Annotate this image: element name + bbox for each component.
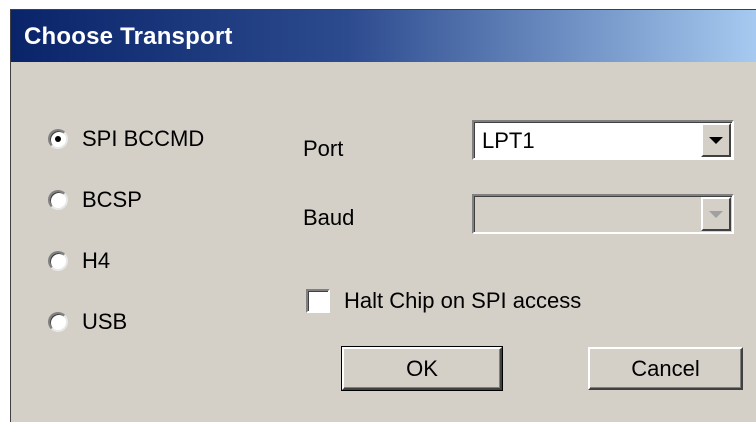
baud-label: Baud (303, 205, 355, 230)
port-value: LPT1 (482, 128, 535, 153)
chevron-down-icon (709, 136, 723, 144)
radio-unselected-icon[interactable] (48, 312, 68, 332)
radio-bcsp[interactable]: BCSP (48, 185, 142, 215)
port-dropdown-button[interactable] (701, 123, 731, 157)
ok-button[interactable]: OK (341, 346, 503, 391)
radio-label-h4: H4 (82, 248, 111, 273)
radio-unselected-icon[interactable] (48, 190, 68, 210)
halt-chip-checkbox[interactable] (306, 289, 330, 313)
chevron-down-icon (709, 210, 723, 218)
choose-transport-dialog: Choose Transport SPI BCCMD BCSP H4 USB P… (10, 9, 756, 422)
port-label: Port (303, 136, 344, 161)
radio-unselected-icon[interactable] (48, 251, 68, 271)
radio-label-bcsp: BCSP (82, 187, 142, 212)
dialog-title: Choose Transport (24, 23, 233, 50)
cancel-button[interactable]: Cancel (588, 347, 743, 390)
baud-select (472, 194, 734, 234)
halt-chip-label: Halt Chip on SPI access (344, 288, 582, 313)
radio-usb[interactable]: USB (48, 307, 127, 337)
radio-h4[interactable]: H4 (48, 246, 110, 276)
halt-chip-checkbox-row[interactable]: Halt Chip on SPI access (306, 285, 581, 317)
port-select[interactable]: LPT1 (472, 120, 734, 160)
baud-dropdown-button (701, 197, 731, 231)
radio-spi-bccmd[interactable]: SPI BCCMD (48, 124, 204, 154)
radio-selected-icon[interactable] (48, 129, 68, 149)
title-bar[interactable]: Choose Transport (11, 10, 756, 62)
radio-label-spi-bccmd: SPI BCCMD (82, 126, 205, 151)
radio-label-usb: USB (82, 309, 128, 334)
